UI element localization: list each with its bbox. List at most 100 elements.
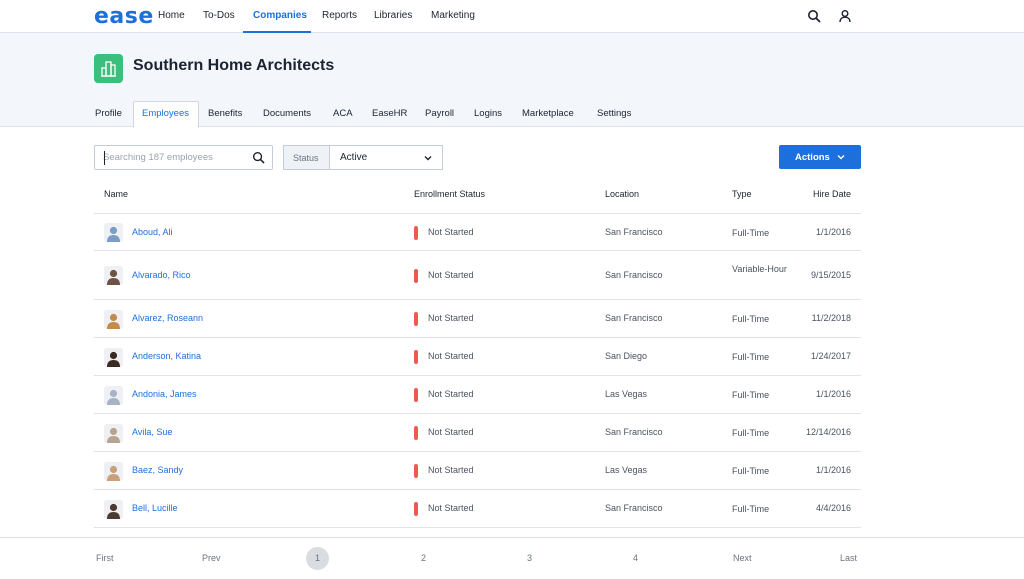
enrollment-status: Not Started [428, 465, 474, 475]
status-filter-value: Active [340, 152, 368, 163]
employee-type: Full-Time [732, 352, 770, 362]
employee-name-link[interactable]: Bell, Lucille [132, 503, 178, 513]
pager-prev[interactable]: Prev [202, 553, 221, 563]
tab-settings[interactable]: Settings [597, 108, 631, 119]
employee-name-link[interactable]: Alvarez, Roseann [132, 313, 203, 323]
nav-libraries[interactable]: Libraries [374, 10, 412, 21]
enrollment-status: Not Started [428, 351, 474, 361]
column-name[interactable]: Name [104, 189, 128, 199]
status-indicator [414, 350, 418, 364]
user-icon[interactable] [838, 9, 852, 23]
search-icon[interactable] [807, 9, 821, 23]
nav-home[interactable]: Home [158, 10, 185, 21]
column-type[interactable]: Type [732, 189, 752, 199]
column-enrollment-status[interactable]: Enrollment Status [414, 189, 485, 199]
avatar [104, 461, 123, 481]
hire-date: 9/15/2015 [810, 269, 851, 280]
employee-location: San Francisco [605, 226, 663, 237]
table-row[interactable]: Alvarado, Rico Not Started San Francisco Va… [94, 251, 861, 300]
employee-type: Full-Time [732, 428, 770, 438]
search-icon[interactable] [252, 151, 265, 164]
search-input[interactable] [103, 150, 248, 165]
employee-location: San Diego [605, 351, 648, 361]
tab-marketplace[interactable]: Marketplace [522, 108, 574, 119]
tab-aca[interactable]: ACA [333, 108, 353, 119]
table-row[interactable]: Andonia, James Not Started Las Vegas Full-T… [94, 376, 861, 414]
chevron-down-icon [424, 156, 432, 161]
nav-marketing[interactable]: Marketing [431, 10, 475, 21]
actions-button[interactable]: Actions [779, 145, 861, 169]
pager-first[interactable]: First [96, 553, 114, 563]
enrollment-status: Not Started [428, 226, 474, 237]
building-icon [94, 54, 123, 83]
employee-type: Full-Time [732, 466, 770, 476]
status-filter-select[interactable]: Active [329, 145, 443, 170]
column-hire-date[interactable]: Hire Date [813, 189, 851, 199]
table-row[interactable]: Bell, Lucille Not Started San Francisco Ful… [94, 490, 861, 528]
hire-date: 4/4/2016 [815, 503, 851, 513]
tab-profile[interactable]: Profile [95, 108, 122, 119]
employee-name-link[interactable]: Baez, Sandy [132, 465, 183, 475]
table-row[interactable]: Anderson, Katina Not Started San Diego Full… [94, 338, 861, 376]
nav-todos[interactable]: To-Dos [203, 10, 235, 21]
column-location[interactable]: Location [605, 189, 639, 199]
avatar [104, 347, 123, 367]
avatar [104, 423, 123, 443]
employee-search [94, 145, 273, 170]
top-nav: ease Home To-Dos Companies Reports Libra… [0, 0, 1024, 33]
status-indicator [414, 268, 418, 283]
status-indicator [414, 312, 418, 326]
employee-type: Variable-Hour [732, 263, 787, 274]
enrollment-status: Not Started [428, 427, 474, 437]
employee-location: San Francisco [605, 269, 663, 280]
pager-page-4[interactable]: 4 [633, 553, 638, 563]
hire-date: 12/14/2016 [805, 427, 851, 437]
avatar [104, 223, 123, 242]
text-cursor [104, 151, 105, 165]
avatar [104, 385, 123, 405]
pager-next[interactable]: Next [733, 553, 752, 563]
table-row[interactable]: Baez, Sandy Not Started Las Vegas Full-Time… [94, 452, 861, 490]
tab-logins[interactable]: Logins [474, 108, 502, 119]
status-indicator [414, 426, 418, 440]
employee-name-link[interactable]: Alvarado, Rico [132, 270, 191, 280]
enrollment-status: Not Started [428, 269, 474, 280]
tab-easehr[interactable]: EaseHR [372, 108, 407, 119]
table-row[interactable]: Aboud, Ali Not Started San Francisco Full-T… [94, 214, 861, 251]
enrollment-status: Not Started [428, 389, 474, 399]
nav-companies[interactable]: Companies [253, 10, 307, 21]
employee-name-link[interactable]: Andonia, James [132, 389, 197, 399]
pager-page-2[interactable]: 2 [421, 553, 426, 563]
employee-name-link[interactable]: Anderson, Katina [132, 351, 201, 361]
tab-documents[interactable]: Documents [263, 108, 311, 119]
company-header: Southern Home Architects Profile Employe… [0, 33, 1024, 128]
hire-date: 1/1/2016 [815, 389, 851, 399]
tab-payroll[interactable]: Payroll [425, 108, 454, 119]
nav-reports[interactable]: Reports [322, 10, 357, 21]
tab-employees[interactable]: Employees [142, 108, 189, 119]
pagination: First Prev 1 2 3 4 Next Last [0, 537, 1024, 579]
ease-logo[interactable]: ease [94, 4, 154, 29]
avatar [104, 309, 123, 329]
enrollment-status: Not Started [428, 503, 474, 513]
hire-date: 11/2/2018 [811, 313, 851, 323]
table-row[interactable]: Alvarez, Roseann Not Started San Francisco… [94, 300, 861, 338]
employee-type: Full-Time [732, 504, 770, 514]
table-header: Name Enrollment Status Location Type Hir… [94, 176, 861, 214]
pager-last[interactable]: Last [840, 553, 857, 563]
enrollment-status: Not Started [428, 313, 474, 323]
hire-date: 1/1/2016 [815, 226, 851, 237]
actions-label: Actions [795, 152, 830, 163]
status-indicator [414, 464, 418, 478]
employee-location: Las Vegas [605, 465, 648, 475]
company-title: Southern Home Architects [133, 57, 335, 74]
employee-location: San Francisco [605, 503, 663, 513]
table-row[interactable]: Avila, Sue Not Started San Francisco Full-T… [94, 414, 861, 452]
pager-page-3[interactable]: 3 [527, 553, 532, 563]
pager-page-1[interactable]: 1 [315, 553, 320, 563]
employee-location: San Francisco [605, 427, 663, 437]
employee-name-link[interactable]: Aboud, Ali [132, 227, 173, 237]
employee-name-link[interactable]: Avila, Sue [132, 427, 172, 437]
tab-benefits[interactable]: Benefits [208, 108, 242, 119]
chevron-down-icon [837, 155, 845, 160]
